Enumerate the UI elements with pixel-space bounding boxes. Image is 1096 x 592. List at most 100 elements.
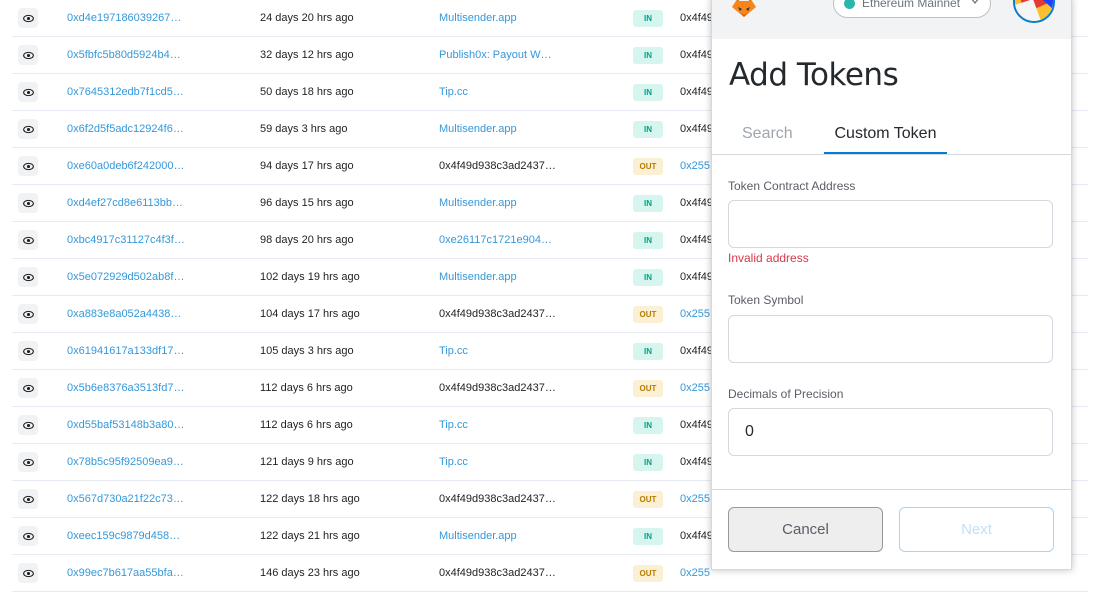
direction-badge: OUT — [633, 306, 663, 323]
tx-to: 0x4f49 — [680, 123, 714, 135]
tx-to[interactable]: 0x255 — [680, 481, 710, 517]
tx-from: 0x4f49d938c3ad2437… — [439, 567, 556, 579]
tx-hash-link[interactable]: 0x5fbfc5b80d5924b4… — [67, 37, 181, 73]
direction-badge: OUT — [633, 380, 663, 397]
direction-badge: OUT — [633, 158, 663, 175]
tx-hash-link[interactable]: 0xd4e197186039267… — [67, 0, 181, 36]
direction-badge: IN — [633, 417, 663, 434]
eye-icon[interactable] — [18, 119, 38, 139]
tx-to: 0x4f49 — [680, 345, 714, 357]
tx-hash-link[interactable]: 0x99ec7b617aa55bfa… — [67, 555, 184, 591]
eye-icon[interactable] — [18, 378, 38, 398]
network-status-dot — [844, 0, 855, 9]
tx-to: 0x4f49 — [680, 86, 714, 98]
eye-icon[interactable] — [18, 8, 38, 28]
tx-to[interactable]: 0x255 — [680, 296, 710, 332]
tx-hash-link[interactable]: 0xd55baf53148b3a80… — [67, 407, 184, 443]
next-button[interactable]: Next — [899, 507, 1054, 552]
tx-hash-link[interactable]: 0xbc4917c31127c4f3f… — [67, 222, 185, 258]
account-avatar[interactable] — [1013, 0, 1055, 23]
tx-from[interactable]: Tip.cc — [439, 444, 468, 480]
tx-to: 0x4f49 — [680, 197, 714, 209]
tx-from[interactable]: Publish0x: Payout W… — [439, 37, 552, 73]
tx-from[interactable]: Tip.cc — [439, 333, 468, 369]
tx-to[interactable]: 0x255 — [680, 148, 710, 184]
direction-badge: IN — [633, 454, 663, 471]
tx-hash-link[interactable]: 0x6f2d5f5adc12924f6… — [67, 111, 184, 147]
tx-age: 96 days 15 hrs ago — [260, 197, 354, 209]
direction-badge: IN — [633, 47, 663, 64]
eye-icon[interactable] — [18, 563, 38, 583]
direction-badge: IN — [633, 269, 663, 286]
direction-badge: IN — [633, 195, 663, 212]
page-title: Add Tokens — [729, 57, 899, 93]
tx-from: 0x4f49d938c3ad2437… — [439, 160, 556, 172]
token-symbol-label: Token Symbol — [728, 293, 804, 307]
tx-age: 105 days 3 hrs ago — [260, 345, 354, 357]
tx-hash-link[interactable]: 0xe60a0deb6f242000… — [67, 148, 184, 184]
token-tabs: Search Custom Token — [712, 118, 1071, 155]
tx-to: 0x4f49 — [680, 530, 714, 542]
tx-age: 24 days 20 hrs ago — [260, 12, 354, 24]
eye-icon[interactable] — [18, 230, 38, 250]
eye-icon[interactable] — [18, 341, 38, 361]
tx-age: 146 days 23 hrs ago — [260, 567, 360, 579]
tx-hash-link[interactable]: 0xeec159c9879d458… — [67, 518, 180, 554]
tx-from[interactable]: Multisender.app — [439, 259, 517, 295]
tx-age: 32 days 12 hrs ago — [260, 49, 354, 61]
eye-icon[interactable] — [18, 193, 38, 213]
chevron-down-icon — [971, 0, 979, 5]
tx-from[interactable]: Tip.cc — [439, 74, 468, 110]
tx-to: 0x4f49 — [680, 456, 714, 468]
tx-to[interactable]: 0x255 — [680, 555, 710, 591]
tx-from: 0x4f49d938c3ad2437… — [439, 308, 556, 320]
tx-age: 122 days 18 hrs ago — [260, 493, 360, 505]
tab-search[interactable]: Search — [742, 125, 793, 153]
popup-header: Ethereum Mainnet — [712, 0, 1071, 39]
tab-custom-token[interactable]: Custom Token — [824, 125, 947, 154]
tx-to: 0x4f49 — [680, 49, 714, 61]
eye-icon[interactable] — [18, 489, 38, 509]
tx-age: 104 days 17 hrs ago — [260, 308, 360, 320]
tx-to[interactable]: 0x255 — [680, 370, 710, 406]
token-contract-address-input[interactable] — [728, 200, 1053, 248]
tx-hash-link[interactable]: 0x567d730a21f22c73… — [67, 481, 184, 517]
decimals-input[interactable] — [728, 408, 1053, 456]
tx-hash-link[interactable]: 0x7645312edb7f1cd5… — [67, 74, 184, 110]
tx-from[interactable]: Multisender.app — [439, 111, 517, 147]
tx-from[interactable]: Multisender.app — [439, 0, 517, 36]
tx-from[interactable]: Multisender.app — [439, 185, 517, 221]
eye-icon[interactable] — [18, 45, 38, 65]
eye-icon[interactable] — [18, 452, 38, 472]
metamask-fox-icon[interactable] — [726, 0, 762, 21]
cancel-button[interactable]: Cancel — [728, 507, 883, 552]
tx-hash-link[interactable]: 0xa883e8a052a4438… — [67, 296, 181, 332]
token-symbol-input[interactable] — [728, 315, 1053, 363]
invalid-address-error: Invalid address — [728, 251, 809, 265]
eye-icon[interactable] — [18, 304, 38, 324]
tx-hash-link[interactable]: 0xd4ef27cd8e6113bb… — [67, 185, 183, 221]
direction-badge: IN — [633, 343, 663, 360]
tx-age: 94 days 17 hrs ago — [260, 160, 354, 172]
direction-badge: IN — [633, 10, 663, 27]
tx-age: 112 days 6 hrs ago — [260, 419, 353, 431]
tx-from[interactable]: 0xe26117c1721e904… — [439, 222, 552, 258]
eye-icon[interactable] — [18, 156, 38, 176]
decimals-label: Decimals of Precision — [728, 387, 844, 401]
eye-icon[interactable] — [18, 267, 38, 287]
tx-from[interactable]: Tip.cc — [439, 407, 468, 443]
eye-icon[interactable] — [18, 82, 38, 102]
tx-from: 0x4f49d938c3ad2437… — [439, 493, 556, 505]
tx-hash-link[interactable]: 0x61941617a133df17… — [67, 333, 184, 369]
tx-age: 59 days 3 hrs ago — [260, 123, 348, 135]
direction-badge: IN — [633, 232, 663, 249]
network-selector[interactable]: Ethereum Mainnet — [833, 0, 991, 18]
tx-hash-link[interactable]: 0x5e072929d502ab8f… — [67, 259, 184, 295]
eye-icon[interactable] — [18, 415, 38, 435]
tx-age: 112 days 6 hrs ago — [260, 382, 353, 394]
tx-hash-link[interactable]: 0x5b6e8376a3513fd7… — [67, 370, 184, 406]
tx-from[interactable]: Multisender.app — [439, 518, 517, 554]
tx-age: 102 days 19 hrs ago — [260, 271, 360, 283]
tx-hash-link[interactable]: 0x78b5c95f92509ea9… — [67, 444, 184, 480]
eye-icon[interactable] — [18, 526, 38, 546]
